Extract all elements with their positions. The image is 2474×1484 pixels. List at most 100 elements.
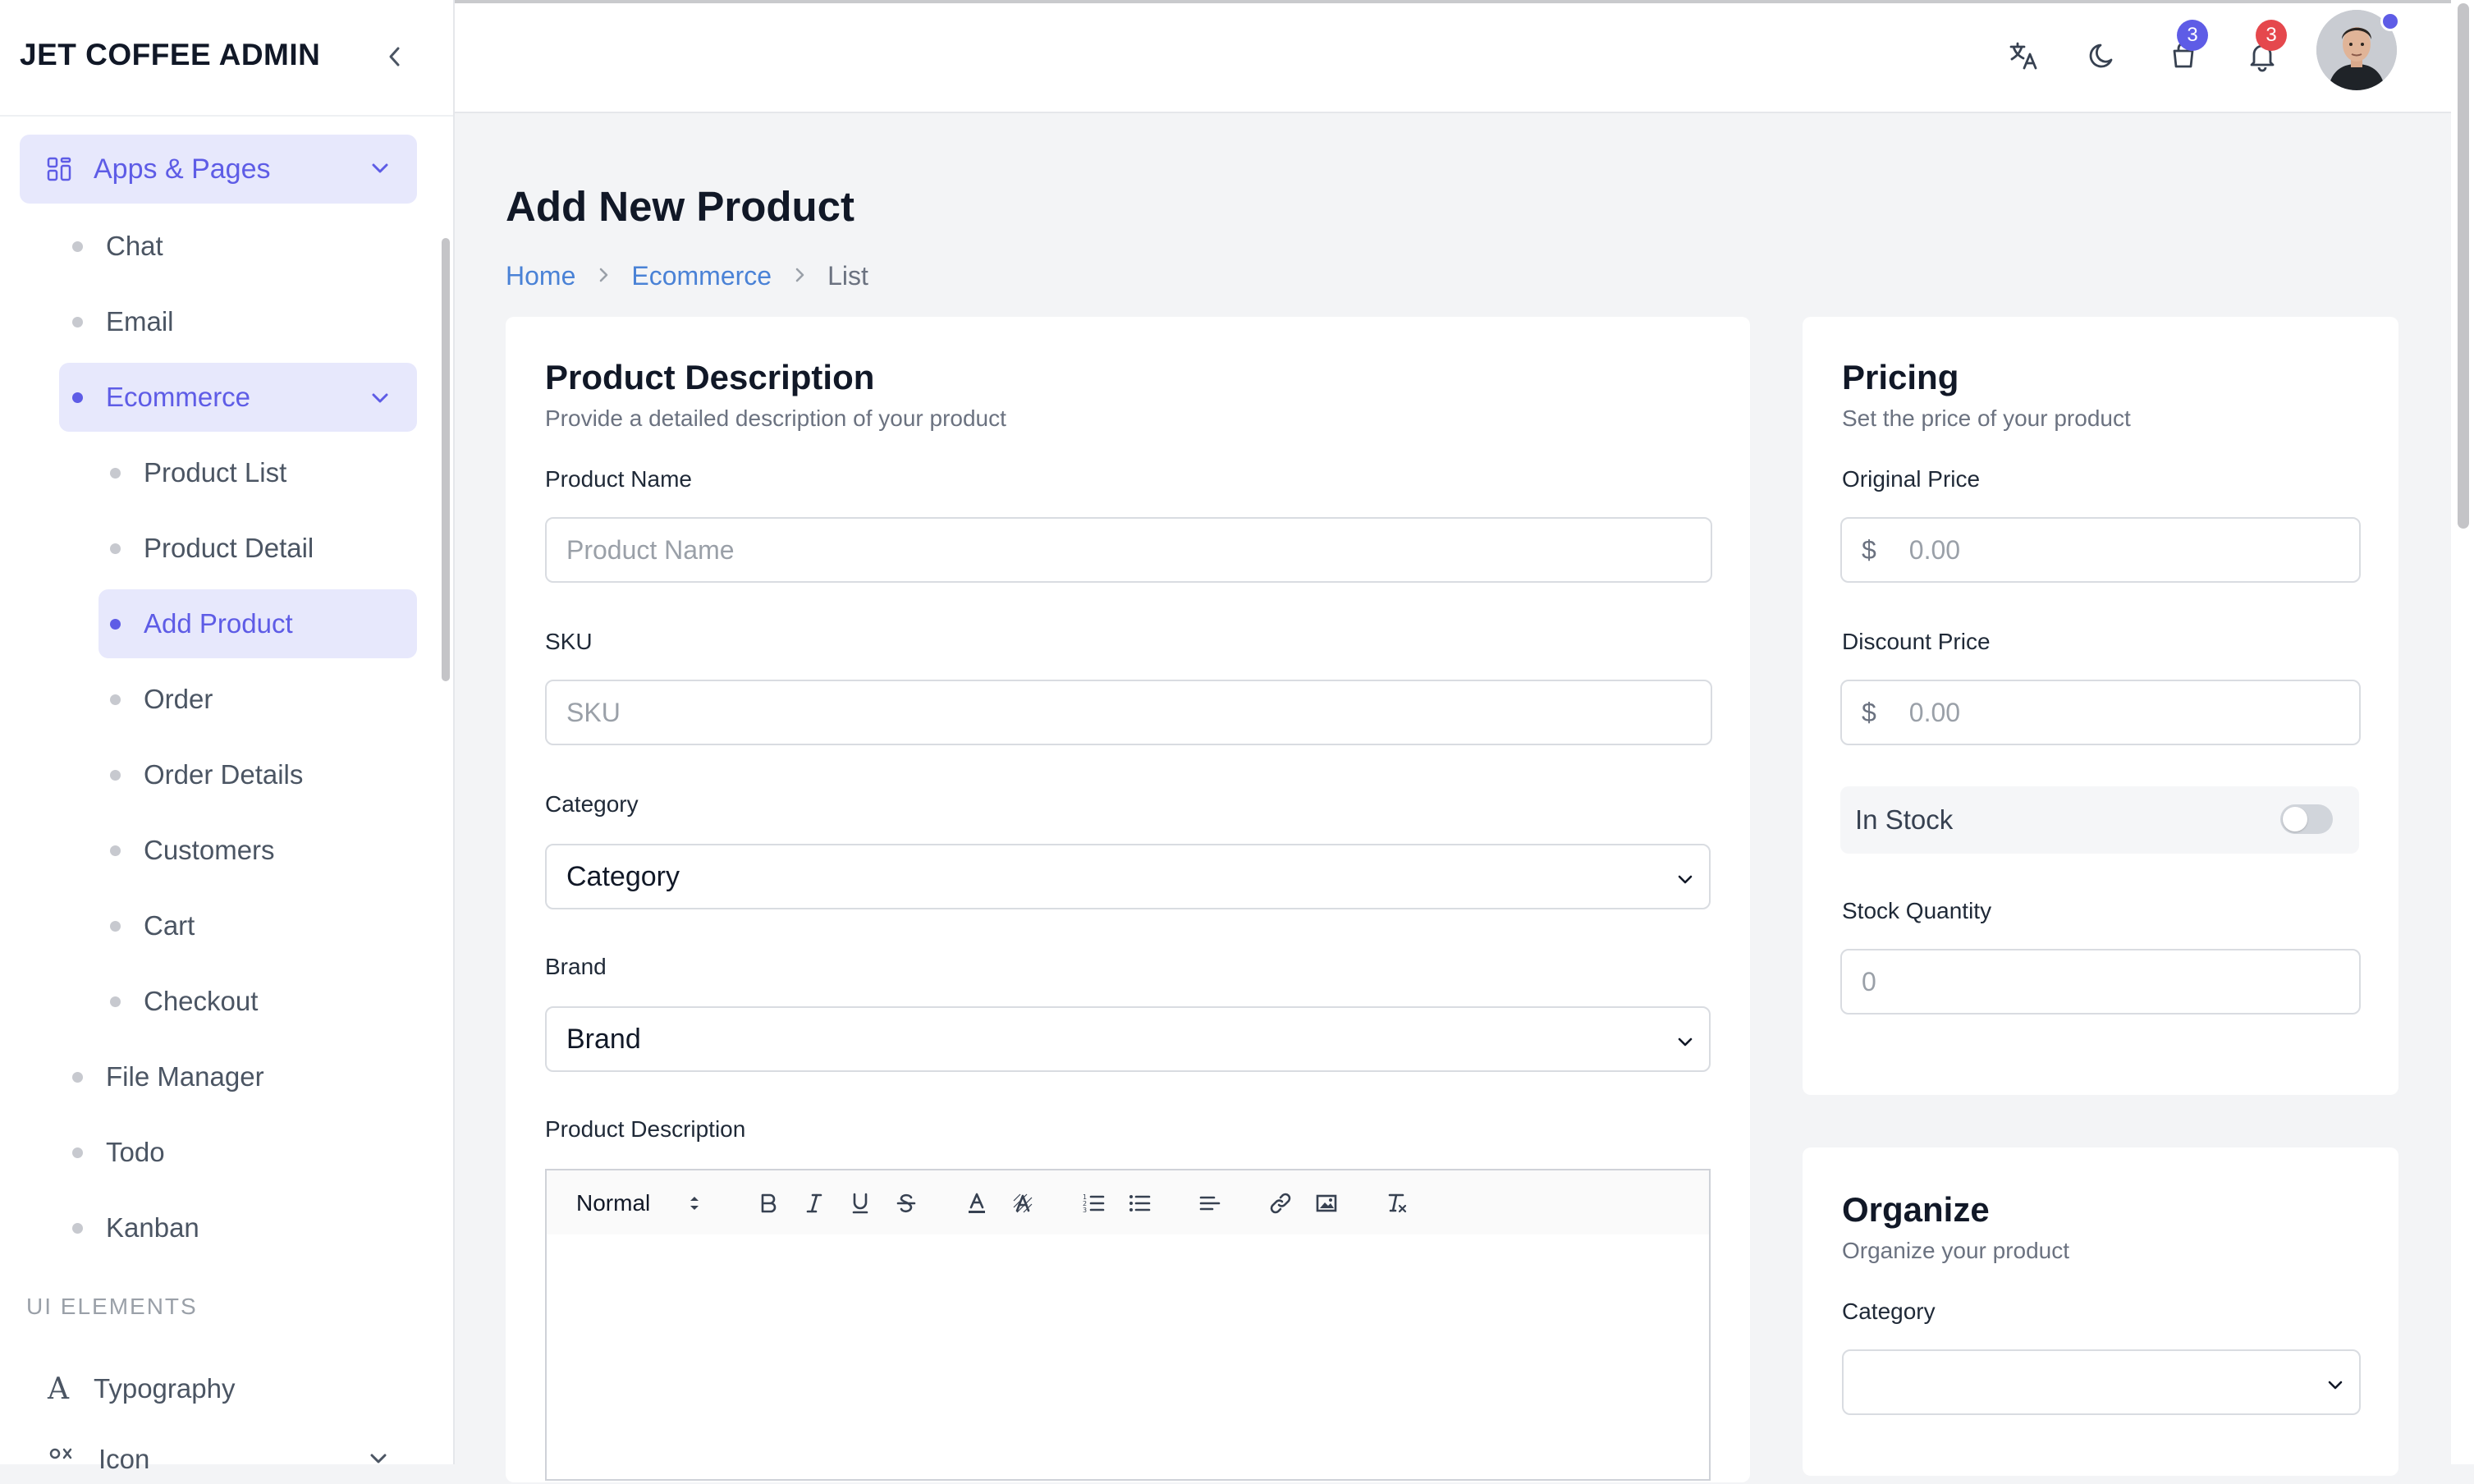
breadcrumb-current: List xyxy=(827,260,868,291)
sidebar: JET COFFEE ADMIN Apps & Pages Chat Email… xyxy=(0,0,455,1474)
sidebar-item-add-product[interactable]: Add Product xyxy=(99,589,417,658)
sidebar-item-label: Email xyxy=(106,306,174,337)
sku-placeholder: SKU xyxy=(566,697,621,727)
bold-icon[interactable] xyxy=(752,1187,785,1220)
organize-category-label: Category xyxy=(1842,1298,1936,1324)
chevron-down-icon xyxy=(2328,1381,2343,1390)
bullet-icon xyxy=(72,1222,83,1234)
category-select[interactable]: Category xyxy=(545,844,1711,909)
organize-category-select[interactable] xyxy=(1842,1349,2361,1415)
organize-subtitle: Organize your product xyxy=(1842,1238,2070,1263)
sidebar-item-label: Chat xyxy=(106,231,163,261)
sidebar-item-order[interactable]: Order xyxy=(110,665,213,734)
in-stock-toggle[interactable] xyxy=(2280,804,2333,834)
in-stock-row: In Stock xyxy=(1840,786,2359,854)
sidebar-item-checkout[interactable]: Checkout xyxy=(110,967,258,1036)
ordered-list-icon[interactable]: 123 xyxy=(1077,1187,1110,1220)
sidebar-item-order-details[interactable]: Order Details xyxy=(110,740,303,809)
bullet-icon xyxy=(110,618,121,630)
typography-icon: A xyxy=(48,1372,69,1406)
brand-select-value: Brand xyxy=(566,1023,641,1055)
strikethrough-icon[interactable] xyxy=(890,1187,923,1220)
clear-format-icon[interactable] xyxy=(1381,1187,1413,1220)
bullet-icon xyxy=(72,316,83,327)
sidebar-item-customers[interactable]: Customers xyxy=(110,816,275,885)
background-color-icon[interactable] xyxy=(1006,1187,1039,1220)
apps-grid-icon xyxy=(47,157,71,181)
discount-price-input[interactable]: $ 0.00 xyxy=(1840,680,2361,745)
app-title: JET COFFEE ADMIN xyxy=(20,38,321,71)
sidebar-item-product-list[interactable]: Product List xyxy=(110,438,286,507)
bullet-icon xyxy=(110,769,121,781)
breadcrumb-home[interactable]: Home xyxy=(506,261,575,291)
underline-icon[interactable] xyxy=(844,1187,877,1220)
notification-count-badge: 3 xyxy=(2256,20,2287,51)
original-price-input[interactable]: $ 0.00 xyxy=(1840,517,2361,583)
bullet-icon xyxy=(72,392,83,403)
sidebar-item-icon[interactable]: Icon xyxy=(48,1435,387,1484)
product-description-editor[interactable] xyxy=(545,1234,1711,1481)
bullet-list-icon[interactable] xyxy=(1123,1187,1156,1220)
chevron-right-icon xyxy=(793,261,806,291)
sidebar-item-ecommerce[interactable]: Ecommerce xyxy=(59,363,417,432)
italic-icon[interactable] xyxy=(798,1187,831,1220)
stock-quantity-label: Stock Quantity xyxy=(1842,898,1992,923)
sidebar-item-label: Product List xyxy=(144,457,287,488)
sidebar-item-label: Customers xyxy=(144,835,275,865)
chevron-left-icon xyxy=(389,47,400,66)
link-icon[interactable] xyxy=(1264,1187,1297,1220)
category-label: Category xyxy=(545,791,639,817)
discount-price-placeholder: 0.00 xyxy=(1908,697,1961,727)
sidebar-scrollbar[interactable] xyxy=(442,238,450,681)
sidebar-group-apps-pages[interactable]: Apps & Pages xyxy=(20,135,417,204)
translate-icon[interactable] xyxy=(2006,38,2042,74)
brand-label: Brand xyxy=(545,954,607,979)
cart-count-badge: 3 xyxy=(2177,20,2208,51)
sidebar-item-email[interactable]: Email xyxy=(72,287,174,356)
sidebar-item-typography[interactable]: A Typography xyxy=(48,1354,235,1423)
sidebar-collapse-button[interactable] xyxy=(383,38,407,76)
organize-title: Organize xyxy=(1842,1190,1990,1229)
sidebar-item-label: Ecommerce xyxy=(106,382,251,412)
shapes-icon xyxy=(49,1448,72,1459)
moon-icon[interactable] xyxy=(2085,38,2121,74)
sidebar-item-label: Todo xyxy=(106,1137,165,1167)
brand-select[interactable]: Brand xyxy=(545,1006,1711,1072)
page-scrollbar[interactable] xyxy=(2458,3,2469,529)
sku-input[interactable]: SKU xyxy=(545,680,1712,745)
text-color-icon[interactable] xyxy=(960,1187,993,1220)
sidebar-item-product-detail[interactable]: Product Detail xyxy=(110,514,314,583)
chevron-down-icon xyxy=(372,393,388,403)
sidebar-item-kanban[interactable]: Kanban xyxy=(72,1193,199,1262)
image-icon[interactable] xyxy=(1310,1187,1343,1220)
product-description-subtitle: Provide a detailed description of your p… xyxy=(545,405,1006,431)
sort-arrows-icon[interactable] xyxy=(678,1187,711,1220)
align-left-icon[interactable] xyxy=(1193,1187,1226,1220)
pricing-subtitle: Set the price of your product xyxy=(1842,405,2131,431)
online-status-dot xyxy=(2380,11,2400,31)
bullet-icon xyxy=(110,996,121,1007)
sidebar-item-todo[interactable]: Todo xyxy=(72,1118,165,1187)
sidebar-item-file-manager[interactable]: File Manager xyxy=(72,1042,264,1111)
chevron-down-icon xyxy=(1678,875,1693,884)
sidebar-item-chat[interactable]: Chat xyxy=(72,212,163,281)
category-select-value: Category xyxy=(566,860,680,892)
editor-toolbar: Normal 123 xyxy=(545,1169,1711,1236)
sidebar-divider xyxy=(0,115,453,117)
in-stock-label: In Stock xyxy=(1855,804,1954,835)
original-price-placeholder: 0.00 xyxy=(1908,534,1961,565)
bullet-icon xyxy=(72,240,83,252)
sidebar-item-cart[interactable]: Cart xyxy=(110,891,195,960)
stock-quantity-input[interactable]: 0 xyxy=(1840,949,2361,1015)
product-name-input[interactable]: Product Name xyxy=(545,517,1712,583)
pricing-title: Pricing xyxy=(1842,358,1959,396)
sidebar-item-label: Order xyxy=(144,684,213,714)
product-description-label: Product Description xyxy=(545,1116,746,1142)
product-name-placeholder: Product Name xyxy=(566,534,735,565)
sidebar-section-ui-elements: UI ELEMENTS xyxy=(26,1294,198,1319)
breadcrumb-ecommerce[interactable]: Ecommerce xyxy=(631,261,772,291)
svg-text:3: 3 xyxy=(1083,1207,1087,1214)
format-dropdown[interactable]: Normal xyxy=(576,1190,650,1216)
sidebar-item-label: Checkout xyxy=(144,986,259,1016)
sidebar-item-label: Typography xyxy=(94,1373,236,1404)
